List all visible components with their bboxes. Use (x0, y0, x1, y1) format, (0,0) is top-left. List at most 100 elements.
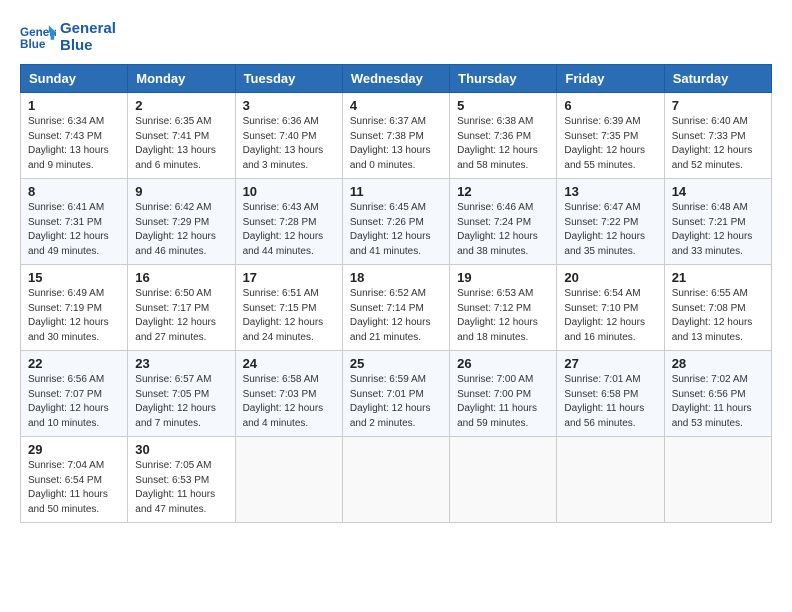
day-number: 8 (28, 184, 120, 199)
day-number: 26 (457, 356, 549, 371)
week-row-2: 8 Sunrise: 6:41 AM Sunset: 7:31 PM Daylig… (21, 179, 772, 265)
day-number: 4 (350, 98, 442, 113)
day-info: Sunrise: 6:49 AM Sunset: 7:19 PM Dayligh… (28, 287, 120, 345)
day-info: Sunrise: 6:54 AM Sunset: 7:10 PM Dayligh… (564, 287, 656, 345)
calendar-table: SundayMondayTuesdayWednesdayThursdayFrid… (20, 64, 772, 523)
day-cell: 2Sunrise: 6:35 AM Sunset: 7:41 PM Daylig… (128, 93, 235, 179)
day-number: 21 (672, 270, 764, 285)
day-number: 5 (457, 98, 549, 113)
day-info: Sunrise: 6:50 AM Sunset: 7:17 PM Dayligh… (135, 287, 227, 345)
day-number: 27 (564, 356, 656, 371)
day-info: Sunrise: 6:46 AM Sunset: 7:24 PM Dayligh… (457, 201, 549, 259)
day-info: Sunrise: 7:05 AM Sunset: 6:53 PM Dayligh… (135, 459, 227, 517)
week-row-1: 1 Sunrise: 6:34 AM Sunset: 7:43 PM Daylig… (21, 93, 772, 179)
day-info: Sunrise: 6:39 AM Sunset: 7:35 PM Dayligh… (564, 115, 656, 173)
col-header-sunday: Sunday (21, 65, 128, 93)
col-header-thursday: Thursday (450, 65, 557, 93)
col-header-wednesday: Wednesday (342, 65, 449, 93)
week-row-5: 29Sunrise: 7:04 AM Sunset: 6:54 PM Dayli… (21, 437, 772, 523)
day-number: 10 (243, 184, 335, 199)
day-cell: 12 Sunrise: 6:46 AM Sunset: 7:24 PM Dayli… (450, 179, 557, 265)
day-cell: 9 Sunrise: 6:42 AM Sunset: 7:29 PM Daylig… (128, 179, 235, 265)
day-info: Sunrise: 6:34 AM Sunset: 7:43 PM Dayligh… (28, 115, 120, 173)
day-cell: 13 Sunrise: 6:47 AM Sunset: 7:22 PM Dayli… (557, 179, 664, 265)
day-number: 7 (672, 98, 764, 113)
day-number: 23 (135, 356, 227, 371)
day-info: Sunrise: 6:47 AM Sunset: 7:22 PM Dayligh… (564, 201, 656, 259)
col-header-tuesday: Tuesday (235, 65, 342, 93)
day-number: 14 (672, 184, 764, 199)
day-number: 9 (135, 184, 227, 199)
day-info: Sunrise: 6:59 AM Sunset: 7:01 PM Dayligh… (350, 373, 442, 431)
day-cell: 17 Sunrise: 6:51 AM Sunset: 7:15 PM Dayli… (235, 265, 342, 351)
day-number: 20 (564, 270, 656, 285)
logo-text2: Blue (60, 37, 116, 54)
day-number: 12 (457, 184, 549, 199)
day-cell: 8 Sunrise: 6:41 AM Sunset: 7:31 PM Daylig… (21, 179, 128, 265)
week-row-4: 22 Sunrise: 6:56 AM Sunset: 7:07 PM Dayli… (21, 351, 772, 437)
day-cell: 30Sunrise: 7:05 AM Sunset: 6:53 PM Dayli… (128, 437, 235, 523)
day-number: 17 (243, 270, 335, 285)
page-header: General Blue General Blue (20, 20, 772, 54)
day-number: 22 (28, 356, 120, 371)
day-number: 3 (243, 98, 335, 113)
day-info: Sunrise: 6:48 AM Sunset: 7:21 PM Dayligh… (672, 201, 764, 259)
logo: General Blue General Blue (20, 20, 116, 54)
day-number: 15 (28, 270, 120, 285)
day-cell: 10 Sunrise: 6:43 AM Sunset: 7:28 PM Dayli… (235, 179, 342, 265)
day-info: Sunrise: 6:43 AM Sunset: 7:28 PM Dayligh… (243, 201, 335, 259)
day-number: 16 (135, 270, 227, 285)
day-number: 18 (350, 270, 442, 285)
day-cell: 18 Sunrise: 6:52 AM Sunset: 7:14 PM Dayli… (342, 265, 449, 351)
day-number: 13 (564, 184, 656, 199)
day-info: Sunrise: 7:02 AM Sunset: 6:56 PM Dayligh… (672, 373, 764, 431)
day-cell (557, 437, 664, 523)
day-info: Sunrise: 6:42 AM Sunset: 7:29 PM Dayligh… (135, 201, 227, 259)
day-info: Sunrise: 6:36 AM Sunset: 7:40 PM Dayligh… (243, 115, 335, 173)
day-number: 6 (564, 98, 656, 113)
day-cell: 26Sunrise: 7:00 AM Sunset: 7:00 PM Dayli… (450, 351, 557, 437)
day-cell: 15 Sunrise: 6:49 AM Sunset: 7:19 PM Dayli… (21, 265, 128, 351)
day-info: Sunrise: 6:57 AM Sunset: 7:05 PM Dayligh… (135, 373, 227, 431)
day-cell: 16 Sunrise: 6:50 AM Sunset: 7:17 PM Dayli… (128, 265, 235, 351)
day-info: Sunrise: 6:52 AM Sunset: 7:14 PM Dayligh… (350, 287, 442, 345)
day-cell: 22 Sunrise: 6:56 AM Sunset: 7:07 PM Dayli… (21, 351, 128, 437)
day-cell: 11Sunrise: 6:45 AM Sunset: 7:26 PM Dayli… (342, 179, 449, 265)
day-cell: 21 Sunrise: 6:55 AM Sunset: 7:08 PM Dayli… (664, 265, 771, 351)
day-cell: 6 Sunrise: 6:39 AM Sunset: 7:35 PM Daylig… (557, 93, 664, 179)
day-number: 25 (350, 356, 442, 371)
day-cell: 25 Sunrise: 6:59 AM Sunset: 7:01 PM Dayli… (342, 351, 449, 437)
logo-text: General (60, 20, 116, 37)
day-number: 24 (243, 356, 335, 371)
week-row-3: 15 Sunrise: 6:49 AM Sunset: 7:19 PM Dayli… (21, 265, 772, 351)
day-cell: 27 Sunrise: 7:01 AM Sunset: 6:58 PM Dayli… (557, 351, 664, 437)
day-cell: 24 Sunrise: 6:58 AM Sunset: 7:03 PM Dayli… (235, 351, 342, 437)
day-cell: 20 Sunrise: 6:54 AM Sunset: 7:10 PM Dayli… (557, 265, 664, 351)
day-info: Sunrise: 6:40 AM Sunset: 7:33 PM Dayligh… (672, 115, 764, 173)
day-info: Sunrise: 6:38 AM Sunset: 7:36 PM Dayligh… (457, 115, 549, 173)
day-cell (664, 437, 771, 523)
day-cell (235, 437, 342, 523)
day-cell: 19Sunrise: 6:53 AM Sunset: 7:12 PM Dayli… (450, 265, 557, 351)
day-number: 29 (28, 442, 120, 457)
day-cell: 28 Sunrise: 7:02 AM Sunset: 6:56 PM Dayli… (664, 351, 771, 437)
day-number: 2 (135, 98, 227, 113)
day-number: 19 (457, 270, 549, 285)
day-cell: 7 Sunrise: 6:40 AM Sunset: 7:33 PM Daylig… (664, 93, 771, 179)
logo-icon: General Blue (20, 23, 56, 51)
day-cell: 29Sunrise: 7:04 AM Sunset: 6:54 PM Dayli… (21, 437, 128, 523)
day-number: 1 (28, 98, 120, 113)
day-info: Sunrise: 6:37 AM Sunset: 7:38 PM Dayligh… (350, 115, 442, 173)
day-info: Sunrise: 6:56 AM Sunset: 7:07 PM Dayligh… (28, 373, 120, 431)
day-cell: 23 Sunrise: 6:57 AM Sunset: 7:05 PM Dayli… (128, 351, 235, 437)
day-number: 11 (350, 184, 442, 199)
day-info: Sunrise: 6:55 AM Sunset: 7:08 PM Dayligh… (672, 287, 764, 345)
day-info: Sunrise: 6:41 AM Sunset: 7:31 PM Dayligh… (28, 201, 120, 259)
day-info: Sunrise: 6:58 AM Sunset: 7:03 PM Dayligh… (243, 373, 335, 431)
day-number: 28 (672, 356, 764, 371)
day-info: Sunrise: 6:51 AM Sunset: 7:15 PM Dayligh… (243, 287, 335, 345)
svg-text:Blue: Blue (20, 38, 46, 51)
col-header-friday: Friday (557, 65, 664, 93)
day-info: Sunrise: 7:01 AM Sunset: 6:58 PM Dayligh… (564, 373, 656, 431)
day-cell: 1 Sunrise: 6:34 AM Sunset: 7:43 PM Daylig… (21, 93, 128, 179)
